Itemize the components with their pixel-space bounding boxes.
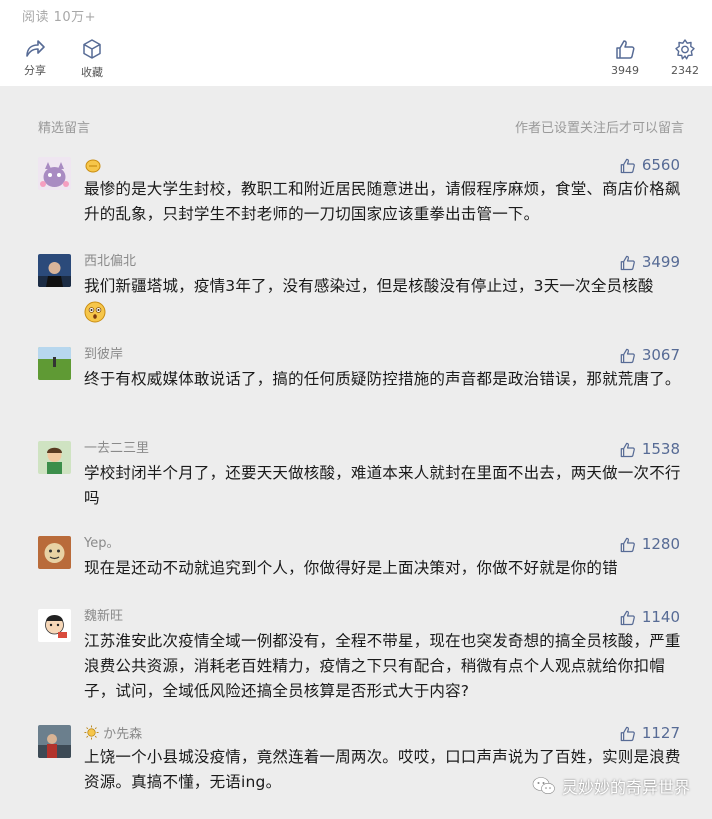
article-footer-bar: 阅读 10万+ 分享 收藏 3949 2342 [0,0,712,86]
favorite-button[interactable]: 收藏 [67,38,117,80]
avatar [38,157,71,190]
comment-like-button[interactable]: 3499 [619,254,680,271]
favorite-label: 收藏 [81,66,103,79]
wow-icon [675,39,695,60]
thumbs-up-icon [620,537,635,553]
comment-text: 终于有权威媒体敢说话了，搞的任何质疑防控措施的声音都是政治错误，那就荒唐了。 [84,370,681,388]
comment-text-content: 我们新疆塔城，疫情3年了，没有感染过，但是核酸没有停止过，3天一次全员核酸 [84,277,654,295]
comment-like-count: 1140 [641,608,680,626]
like-count: 3949 [611,64,639,77]
comment-like-count: 1280 [641,535,680,553]
watermark: 灵妙妙的奇异世界 [532,774,690,798]
comment-like-button[interactable]: 1280 [619,536,680,553]
nickname: 魏新旺 [84,609,124,624]
avatar [38,254,71,287]
section-title: 精选留言 [38,121,91,136]
nickname [84,157,102,178]
emoji-icon [85,159,101,173]
share-label: 分享 [24,64,46,77]
share-button[interactable]: 分享 [10,38,60,78]
comment-like-button[interactable]: 1538 [619,441,680,458]
read-count: 阅读 10万+ [22,10,97,25]
avatar [38,725,71,758]
comment-like-count: 3499 [641,253,680,271]
cube-icon [83,39,101,59]
comment-like-count: 6560 [641,156,680,174]
watermark-text: 灵妙妙的奇异世界 [561,778,690,797]
comment-text: 最惨的是大学生封校，教职工和附近居民随意进出，请假程序麻烦，食堂、商店价格飙升的… [84,180,681,223]
nickname-text: か先森 [103,727,143,742]
wechat-icon [532,777,555,794]
share-icon [26,40,45,57]
like-button[interactable]: 3949 [600,38,650,77]
nickname: 一去二三里 [84,441,150,456]
nickname: 到彼岸 [84,347,124,362]
comment-text: 学校封闭半个月了，还要天天做核酸，难道本来人就封在里面不出去，两天做一次不行吗 [84,464,681,507]
wow-count: 2342 [671,64,699,77]
thumbs-up-icon [620,348,635,364]
comment-text: 我们新疆塔城，疫情3年了，没有感染过，但是核酸没有停止过，3天一次全员核酸 [84,274,684,324]
comment-permission-note: 作者已设置关注后才可以留言 [514,121,684,136]
thumbs-up-icon [620,255,635,271]
avatar [38,536,71,569]
sun-emoji-icon [84,725,99,740]
comment-like-button[interactable]: 1127 [619,725,680,742]
comment-text: 江苏淮安此次疫情全域一例都没有，全程不带星，现在也突发奇想的搞全员核酸，严重浪费… [84,632,681,700]
comment-like-count: 1538 [641,440,680,458]
thumbs-up-icon [620,158,635,174]
comment-text: 现在是还动不动就追究到个人，你做得好是上面决策对，你做不好就是你的错 [84,559,618,577]
comment-like-button[interactable]: 1140 [619,609,680,626]
surprised-emoji-icon [84,301,106,322]
comment-like-count: 3067 [641,346,680,364]
nickname: か先森 [84,725,142,743]
avatar [38,347,71,380]
thumbs-up-icon [620,726,635,742]
nickname: Yep。 [84,536,120,551]
thumbs-up-icon [616,40,635,59]
comment-like-count: 1127 [641,724,680,742]
nickname: 西北偏北 [84,254,137,269]
wow-button[interactable]: 2342 [660,38,710,77]
comment-like-button[interactable]: 6560 [619,157,680,174]
thumbs-up-icon [620,442,635,458]
thumbs-up-icon [620,610,635,626]
avatar [38,609,71,642]
avatar [38,441,71,474]
comment-like-button[interactable]: 3067 [619,347,680,364]
